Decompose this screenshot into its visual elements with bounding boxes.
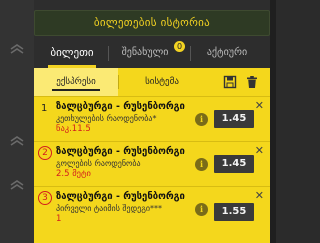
tab-ticket[interactable]: ბილეთი xyxy=(42,38,102,68)
slip-type-tabs: ექსპრესი სისტემა xyxy=(34,68,270,96)
bet-market: პირველი ტაიმის შედეგი*** xyxy=(56,204,163,213)
info-icon[interactable]: i xyxy=(195,203,208,216)
bet-market: გოლების რაოდენობა xyxy=(56,159,141,168)
tab-express[interactable]: ექსპრესი xyxy=(34,68,118,96)
tab-bar: ბილეთი შენახული 0 აქტიური xyxy=(34,38,270,68)
tab-divider xyxy=(108,46,109,61)
bet-item: 2 ზალცბურგი - რუსენბორგი გოლების რაოდენო… xyxy=(34,141,270,186)
subtab-divider xyxy=(118,75,119,89)
chevron-up-icon[interactable] xyxy=(9,180,25,190)
bet-pick: 2.5 მეტი xyxy=(56,169,91,179)
saved-count-badge: 0 xyxy=(174,41,185,52)
bet-index: 1 xyxy=(41,103,48,114)
info-icon[interactable]: i xyxy=(195,113,208,126)
trash-icon[interactable] xyxy=(245,75,259,89)
close-icon[interactable]: ✕ xyxy=(255,99,264,112)
bet-pick: ნაკ.11.5 xyxy=(56,124,91,134)
bet-event: ზალცბურგი - რუსენბორგი xyxy=(56,101,185,112)
bet-odds[interactable]: 1.55 xyxy=(214,203,254,221)
tab-divider xyxy=(190,46,191,61)
tab-saved[interactable]: შენახული xyxy=(114,38,176,68)
bet-item: 3 ზალცბურგი - რუსენბორგი პირველი ტაიმის … xyxy=(34,186,270,231)
bet-odds[interactable]: 1.45 xyxy=(214,110,254,128)
history-button[interactable]: ბილეთების ისტორია xyxy=(34,10,270,36)
close-icon[interactable]: ✕ xyxy=(255,189,264,202)
bet-event: ზალცბურგი - რუსენბორგი xyxy=(56,191,185,202)
close-icon[interactable]: ✕ xyxy=(255,144,264,157)
save-icon[interactable] xyxy=(223,75,237,89)
bet-event: ზალცბურგი - რუსენბორგი xyxy=(56,146,185,157)
info-icon[interactable]: i xyxy=(195,158,208,171)
bet-market: კეთხულების რაოდენობა* xyxy=(56,114,157,123)
betslip-panel: ბილეთების ისტორია ბილეთი შენახული 0 აქტი… xyxy=(34,0,270,243)
bet-slip: ექსპრესი სისტემა 1 ზალცბურგი - რუსენბორგ… xyxy=(34,68,270,243)
bet-pick: 1 xyxy=(56,214,62,224)
tab-active[interactable]: აქტიური xyxy=(196,38,258,68)
left-gutter xyxy=(0,0,34,243)
chevron-up-icon[interactable] xyxy=(9,136,25,146)
bet-item: 1 ზალცბურგი - რუსენბორგი კეთხულების რაოდ… xyxy=(34,96,270,141)
bet-odds[interactable]: 1.45 xyxy=(214,155,254,173)
bet-index-warning: 2 xyxy=(38,146,52,160)
bet-index-warning: 3 xyxy=(38,191,52,205)
tab-system[interactable]: სისტემა xyxy=(120,68,204,96)
chevron-up-icon[interactable] xyxy=(9,44,25,54)
scrollbar[interactable] xyxy=(270,0,276,243)
